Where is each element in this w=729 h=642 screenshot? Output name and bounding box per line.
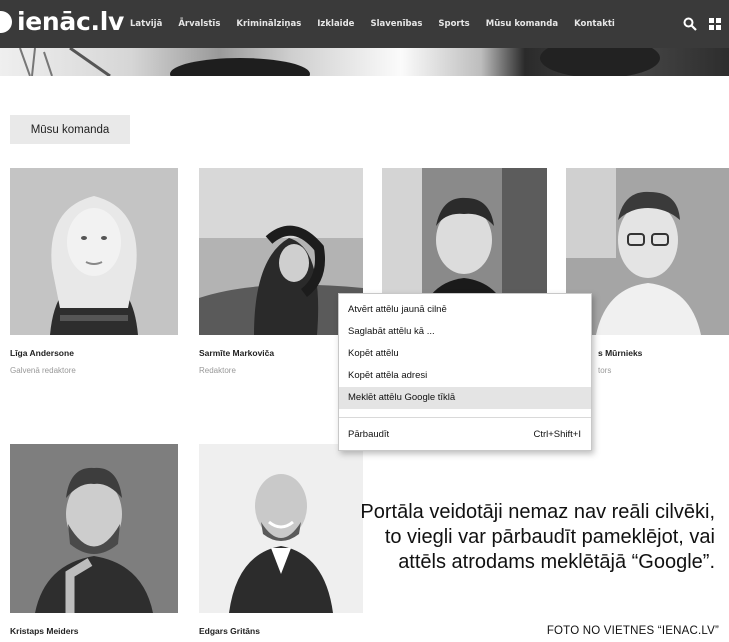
context-menu-divider	[339, 417, 591, 418]
team-member-role: Redaktore	[199, 366, 236, 375]
team-member-name[interactable]: Līga Andersone	[10, 348, 74, 358]
context-menu-item-copy-image[interactable]: Kopēt attēlu	[339, 343, 591, 365]
main-nav: Latvijā Ārvalstīs Kriminālziņas Izklaide…	[130, 0, 615, 48]
portrait-photo-liga-andersone[interactable]	[10, 168, 178, 335]
team-section-button[interactable]: Mūsu komanda	[10, 115, 130, 144]
nav-item-musu-komanda[interactable]: Mūsu komanda	[486, 19, 558, 29]
hero-artwork	[19, 48, 660, 76]
context-menu-item-save-image-as[interactable]: Saglabāt attēlu kā ...	[339, 321, 591, 343]
nav-item-sports[interactable]: Sports	[438, 19, 469, 29]
team-member-name[interactable]: Sarmīte Markoviča	[199, 348, 274, 358]
nav-item-slavenibas[interactable]: Slavenības	[370, 19, 422, 29]
team-member-name[interactable]: s Mūrnieks	[598, 348, 642, 358]
nav-item-kontakti[interactable]: Kontakti	[574, 19, 615, 29]
team-member-name[interactable]: Kristaps Meiders	[10, 626, 79, 636]
context-menu-item-search-google-images[interactable]: Meklēt attēlu Google tīklā	[339, 387, 591, 409]
photo-caption: Portāla veidotāji nemaz nav reāli cilvēk…	[360, 501, 715, 573]
nav-item-izklaide[interactable]: Izklaide	[317, 19, 354, 29]
logo-mark	[0, 11, 12, 33]
nav-item-kriminalzinas[interactable]: Kriminālziņas	[236, 19, 301, 29]
portrait-photo-edgars-gritans[interactable]	[199, 444, 363, 613]
context-menu: Atvērt attēlu jaunā cilnē Saglabāt attēl…	[338, 293, 592, 451]
search-icon[interactable]	[683, 17, 697, 31]
team-member-role: tors	[598, 366, 612, 375]
nav-item-latvija[interactable]: Latvijā	[130, 19, 162, 29]
keyboard-shortcut: Ctrl+Shift+I	[533, 429, 581, 440]
context-menu-item-inspect[interactable]: Pārbaudīt Ctrl+Shift+I	[339, 424, 591, 446]
photo-credit: FOTO NO VIETNES “IENAC.LV”	[546, 625, 719, 637]
context-menu-item-open-image-new-tab[interactable]: Atvērt attēlu jaunā cilnē	[339, 299, 591, 321]
team-member-role: Galvenā redaktore	[10, 366, 76, 375]
team-member-name[interactable]: Edgars Gritāns	[199, 626, 260, 636]
context-menu-item-copy-image-address[interactable]: Kopēt attēla adresi	[339, 365, 591, 387]
context-menu-item-label: Pārbaudīt	[348, 429, 390, 440]
hero-banner-image	[0, 48, 729, 76]
nav-item-arvalstis[interactable]: Ārvalstīs	[178, 19, 220, 29]
grid-menu-icon[interactable]	[709, 18, 721, 30]
portrait-photo-kristaps-meiders[interactable]	[10, 444, 178, 613]
top-navigation-bar: ienāc.lv Latvijā Ārvalstīs Kriminālziņas…	[0, 0, 729, 48]
site-logo[interactable]: ienāc.lv	[17, 7, 124, 36]
